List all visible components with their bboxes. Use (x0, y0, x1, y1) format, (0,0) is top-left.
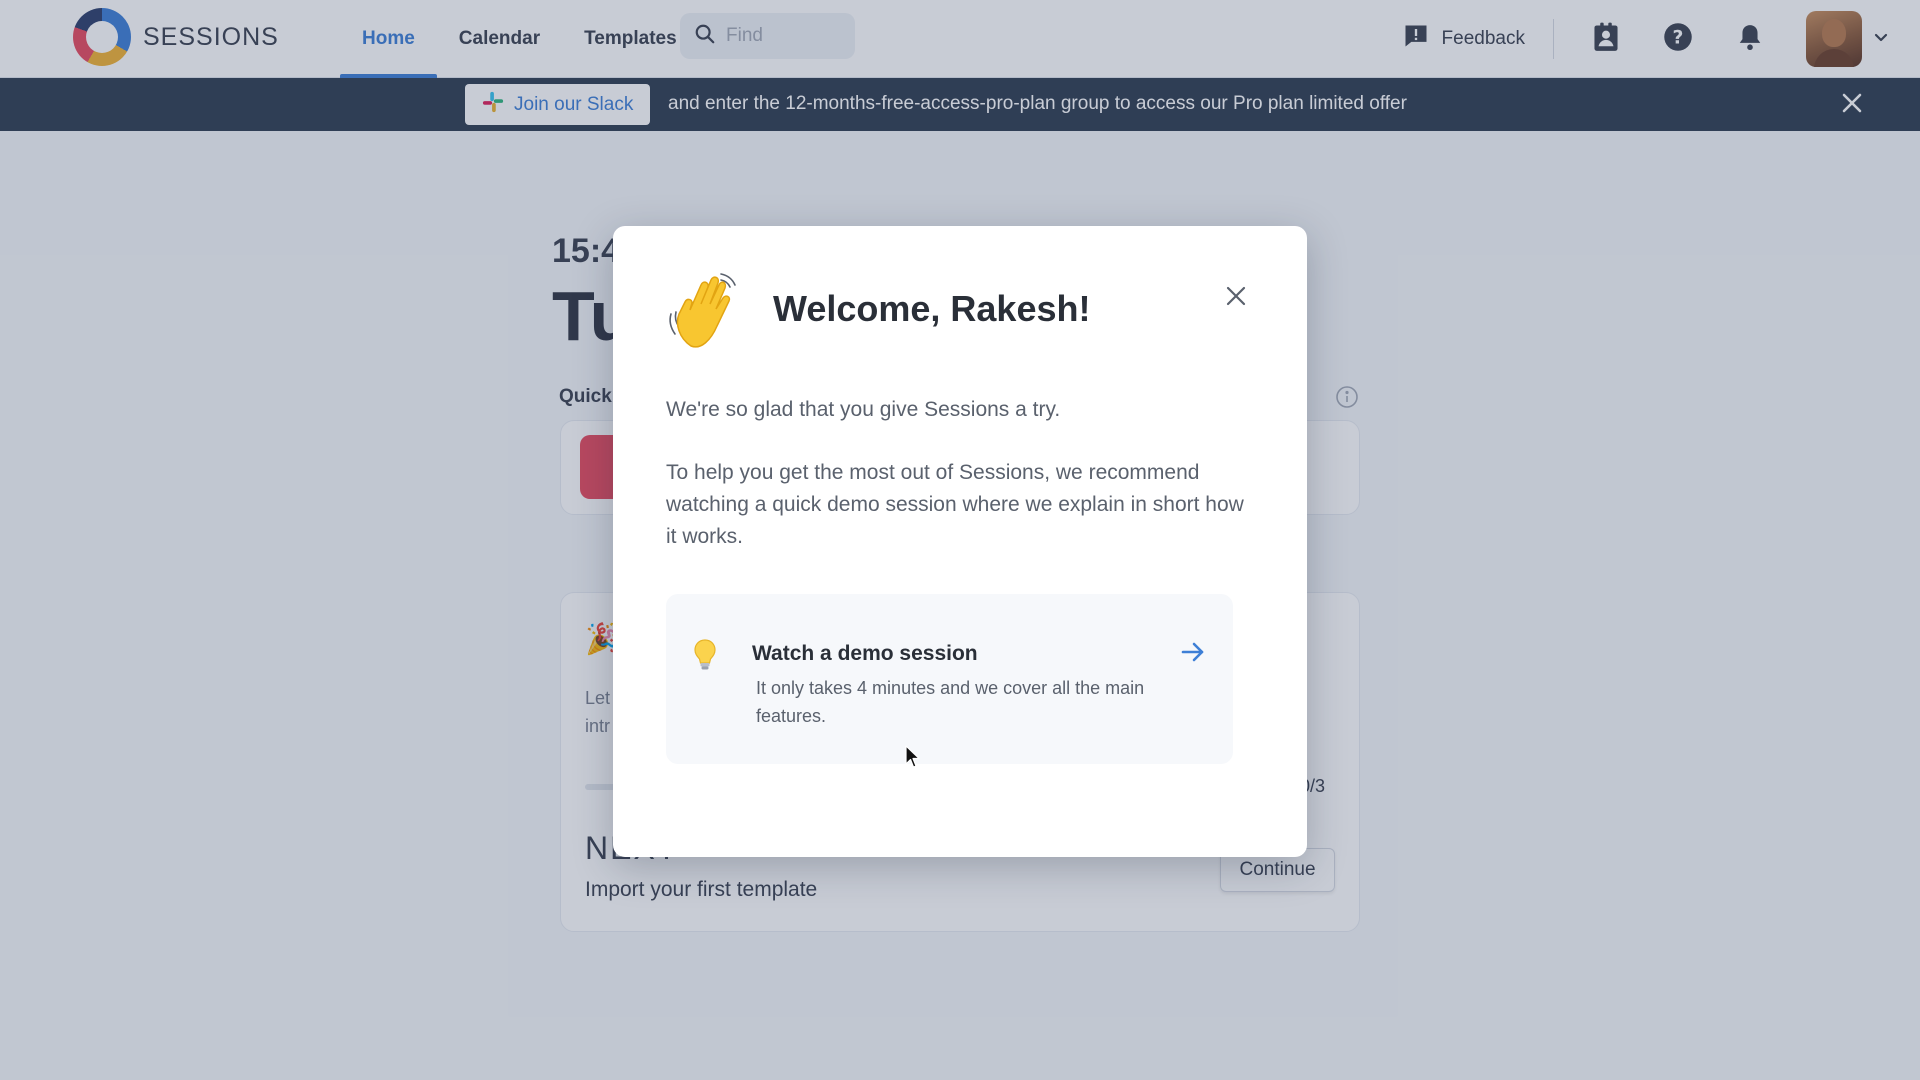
lightbulb-icon (693, 638, 717, 677)
watch-demo-card[interactable]: Watch a demo session It only takes 4 min… (666, 594, 1233, 764)
waving-hand-icon (665, 268, 749, 352)
demo-recommendation: To help you get the most out of Sessions… (666, 461, 1244, 548)
arrow-right-icon[interactable] (1180, 640, 1206, 669)
modal-close-button[interactable] (1218, 280, 1254, 316)
mouse-pointer-icon (905, 745, 921, 774)
demo-description: It only takes 4 minutes and we cover all… (756, 678, 1145, 726)
welcome-message: We're so glad that you give Sessions a t… (666, 398, 1061, 421)
welcome-modal: Welcome, Rakesh! We're so glad that you … (613, 226, 1307, 857)
modal-title: Welcome, Rakesh! (773, 288, 1091, 329)
close-icon (1225, 285, 1247, 312)
demo-title: Watch a demo session (752, 642, 978, 665)
